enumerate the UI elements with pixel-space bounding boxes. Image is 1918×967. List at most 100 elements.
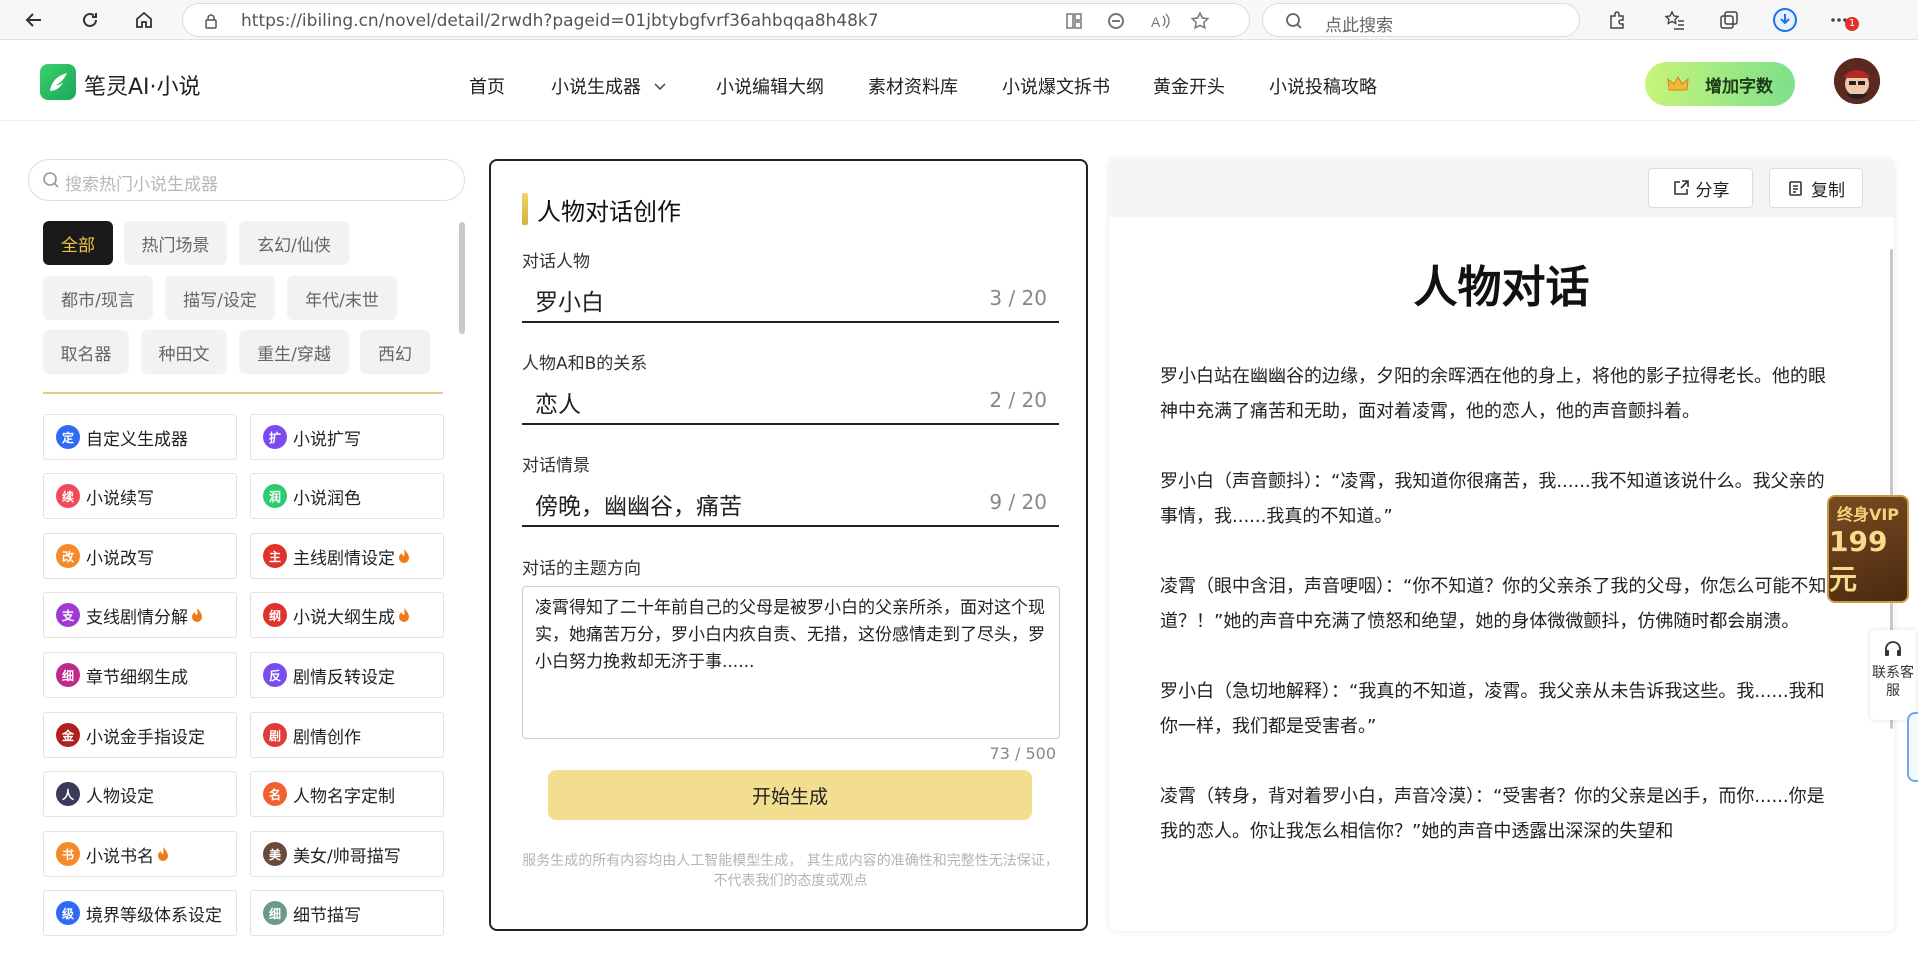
sidebar-scrollbar[interactable]: [459, 222, 465, 334]
copy-button[interactable]: 复制: [1769, 168, 1863, 208]
nav-submission-guide[interactable]: 小说投稿攻略: [1269, 73, 1377, 99]
fire-icon: [399, 549, 409, 563]
search-icon: [1286, 13, 1302, 29]
translate-icon[interactable]: [1105, 10, 1127, 32]
url-text: https://ibiling.cn/novel/detail/2rwdh?pa…: [241, 11, 879, 31]
lifetime-vip-promo[interactable]: 终身VIP 199元: [1827, 495, 1909, 603]
tool-golden-finger[interactable]: 金小说金手指设定: [43, 712, 237, 758]
tool-detail-description[interactable]: 细细节描写: [250, 890, 444, 936]
form-title: 人物对话创作: [537, 198, 681, 226]
tool-chapter-outline[interactable]: 细章节细纲生成: [43, 652, 237, 698]
output-paragraph: 罗小白（急切地解释）：“我真的不知道，凌霄。我父亲从未告诉我这些。我......…: [1160, 681, 1825, 737]
side-drawer-tab[interactable]: [1907, 712, 1918, 782]
field-relationship-input[interactable]: 恋人 2 / 20: [522, 379, 1059, 425]
tool-book-title[interactable]: 书小说书名: [43, 831, 237, 877]
tool-character-name[interactable]: 名人物名字定制: [250, 771, 444, 817]
favorites-list-icon: [1664, 10, 1684, 30]
category-chip-fantasy[interactable]: 玄幻/仙侠: [239, 221, 349, 265]
category-chip-rebirth[interactable]: 重生/穿越: [239, 330, 349, 374]
output-title: 人物对话: [1413, 262, 1590, 313]
nav-golden-opening[interactable]: 黄金开头: [1153, 73, 1225, 99]
home-button[interactable]: [128, 4, 160, 36]
custom-generator-icon: 定: [56, 425, 80, 449]
output-panel: 分享 复制 人物对话 罗小白站在幽幽谷的边缘，夕阳的余晖洒在他的身上，将他的影子…: [1109, 159, 1894, 931]
nav-home[interactable]: 首页: [469, 73, 505, 99]
category-chip-era[interactable]: 年代/末世: [287, 276, 397, 320]
field-characters-input[interactable]: 罗小白 3 / 20: [522, 277, 1059, 323]
tool-label: 小说书名: [86, 846, 154, 867]
add-words-button[interactable]: 增加字数: [1645, 62, 1795, 106]
nav-material-library[interactable]: 素材资料库: [868, 73, 958, 99]
category-chip-description[interactable]: 描写/设定: [165, 276, 275, 320]
field-scene-input[interactable]: 傍晚，幽幽谷，痛苦 9 / 20: [522, 481, 1059, 527]
nav-novel-generator-label: 小说生成器: [551, 77, 641, 98]
add-words-label: 增加字数: [1705, 76, 1773, 97]
grid-view-icon[interactable]: [1063, 10, 1085, 32]
tool-label: 小说扩写: [293, 429, 361, 450]
field-characters-value: 罗小白: [535, 290, 604, 316]
tool-label: 细节描写: [293, 905, 361, 926]
tool-outline-generator[interactable]: 纲小说大纲生成: [250, 592, 444, 638]
category-chip-urban[interactable]: 都市/现言: [43, 276, 153, 320]
tool-novel-expand[interactable]: 扩小说扩写: [250, 414, 444, 460]
back-button[interactable]: [18, 4, 50, 36]
tool-novel-rewrite[interactable]: 改小说改写: [43, 533, 237, 579]
collections-button[interactable]: [1714, 6, 1744, 34]
category-chip-hot-scenes[interactable]: 热门场景: [124, 221, 227, 265]
tool-plot-creation[interactable]: 剧剧情创作: [250, 712, 444, 758]
output-paragraph: 罗小白站在幽幽谷的边缘，夕阳的余晖洒在他的身上，将他的影子拉得老长。他的眼神中充…: [1160, 366, 1826, 422]
refresh-button[interactable]: [74, 4, 106, 36]
character-setting-icon: 人: [56, 782, 80, 806]
title-accent-bar: [522, 193, 528, 225]
tool-label: 支线剧情分解: [86, 607, 188, 628]
realm-system-icon: 级: [56, 901, 80, 925]
tool-label: 自定义生成器: [86, 429, 188, 450]
tool-character-setting[interactable]: 人人物设定: [43, 771, 237, 817]
nav-novel-outline[interactable]: 小说编辑大纲: [716, 73, 824, 99]
tool-search-input[interactable]: 搜索热门小说生成器: [28, 159, 465, 201]
favorites-button[interactable]: [1660, 6, 1690, 34]
nav-book-breakdown[interactable]: 小说爆文拆书: [1002, 73, 1110, 99]
address-bar[interactable]: https://ibiling.cn/novel/detail/2rwdh?pa…: [182, 3, 1250, 37]
tool-subplot[interactable]: 支支线剧情分解: [43, 592, 237, 638]
category-chip-naming[interactable]: 取名器: [43, 330, 129, 374]
user-avatar[interactable]: [1834, 58, 1880, 104]
tool-realm-system[interactable]: 级境界等级体系设定: [43, 890, 237, 936]
category-chip-western[interactable]: 西幻: [360, 330, 430, 374]
share-button[interactable]: 分享: [1648, 168, 1753, 208]
customer-service-label: 联系客服: [1872, 665, 1914, 699]
site-header: 笔灵AI·小说 首页 小说生成器 小说编辑大纲 素材资料库 小说爆文拆书 黄金开…: [0, 40, 1918, 120]
field-characters-label: 对话人物: [522, 252, 590, 272]
fire-icon: [192, 608, 202, 622]
favorite-star-icon[interactable]: [1189, 10, 1211, 32]
sidebar-divider: [43, 392, 443, 394]
nav-novel-generator[interactable]: 小说生成器: [551, 73, 667, 99]
tool-label: 境界等级体系设定: [86, 905, 222, 926]
tool-label: 小说续写: [86, 488, 154, 509]
extensions-button[interactable]: [1602, 6, 1632, 34]
tool-main-plot[interactable]: 主主线剧情设定: [250, 533, 444, 579]
tool-plot-twist[interactable]: 反剧情反转设定: [250, 652, 444, 698]
category-chip-all[interactable]: 全部: [43, 221, 113, 265]
field-scene-value: 傍晚，幽幽谷，痛苦: [535, 494, 742, 520]
vip-line1: 终身VIP: [1836, 504, 1900, 524]
category-chip-farming[interactable]: 种田文: [141, 330, 227, 374]
customer-service-button[interactable]: 联系客服: [1870, 630, 1916, 720]
logo-text[interactable]: 笔灵AI·小说: [84, 69, 201, 101]
tool-novel-polish[interactable]: 润小说润色: [250, 473, 444, 519]
search-icon: [43, 172, 59, 188]
tool-label: 剧情创作: [293, 727, 361, 748]
main-plot-icon: 主: [263, 544, 287, 568]
read-aloud-icon[interactable]: A: [1149, 10, 1171, 32]
generate-button[interactable]: 开始生成: [548, 770, 1032, 820]
notification-badge: 1: [1845, 17, 1859, 31]
tool-beauty-description[interactable]: 美美女/帅哥描写: [250, 831, 444, 877]
browser-search-box[interactable]: 点此搜索: [1262, 3, 1580, 37]
field-theme-textarea[interactable]: 凌霄得知了二十年前自己的父母是被罗小白的父亲所杀，面对这个现实，她痛苦万分，罗小…: [522, 586, 1060, 739]
outline-generator-icon: 纲: [263, 603, 287, 627]
tool-novel-continue[interactable]: 续小说续写: [43, 473, 237, 519]
logo-icon[interactable]: [40, 64, 76, 100]
downloads-button[interactable]: [1770, 6, 1800, 34]
output-paragraph: 凌霄（转身，背对着罗小白，声音冷漠）：“受害者？你的父亲是凶手，而你......…: [1160, 786, 1825, 842]
tool-custom-generator[interactable]: 定自定义生成器: [43, 414, 237, 460]
